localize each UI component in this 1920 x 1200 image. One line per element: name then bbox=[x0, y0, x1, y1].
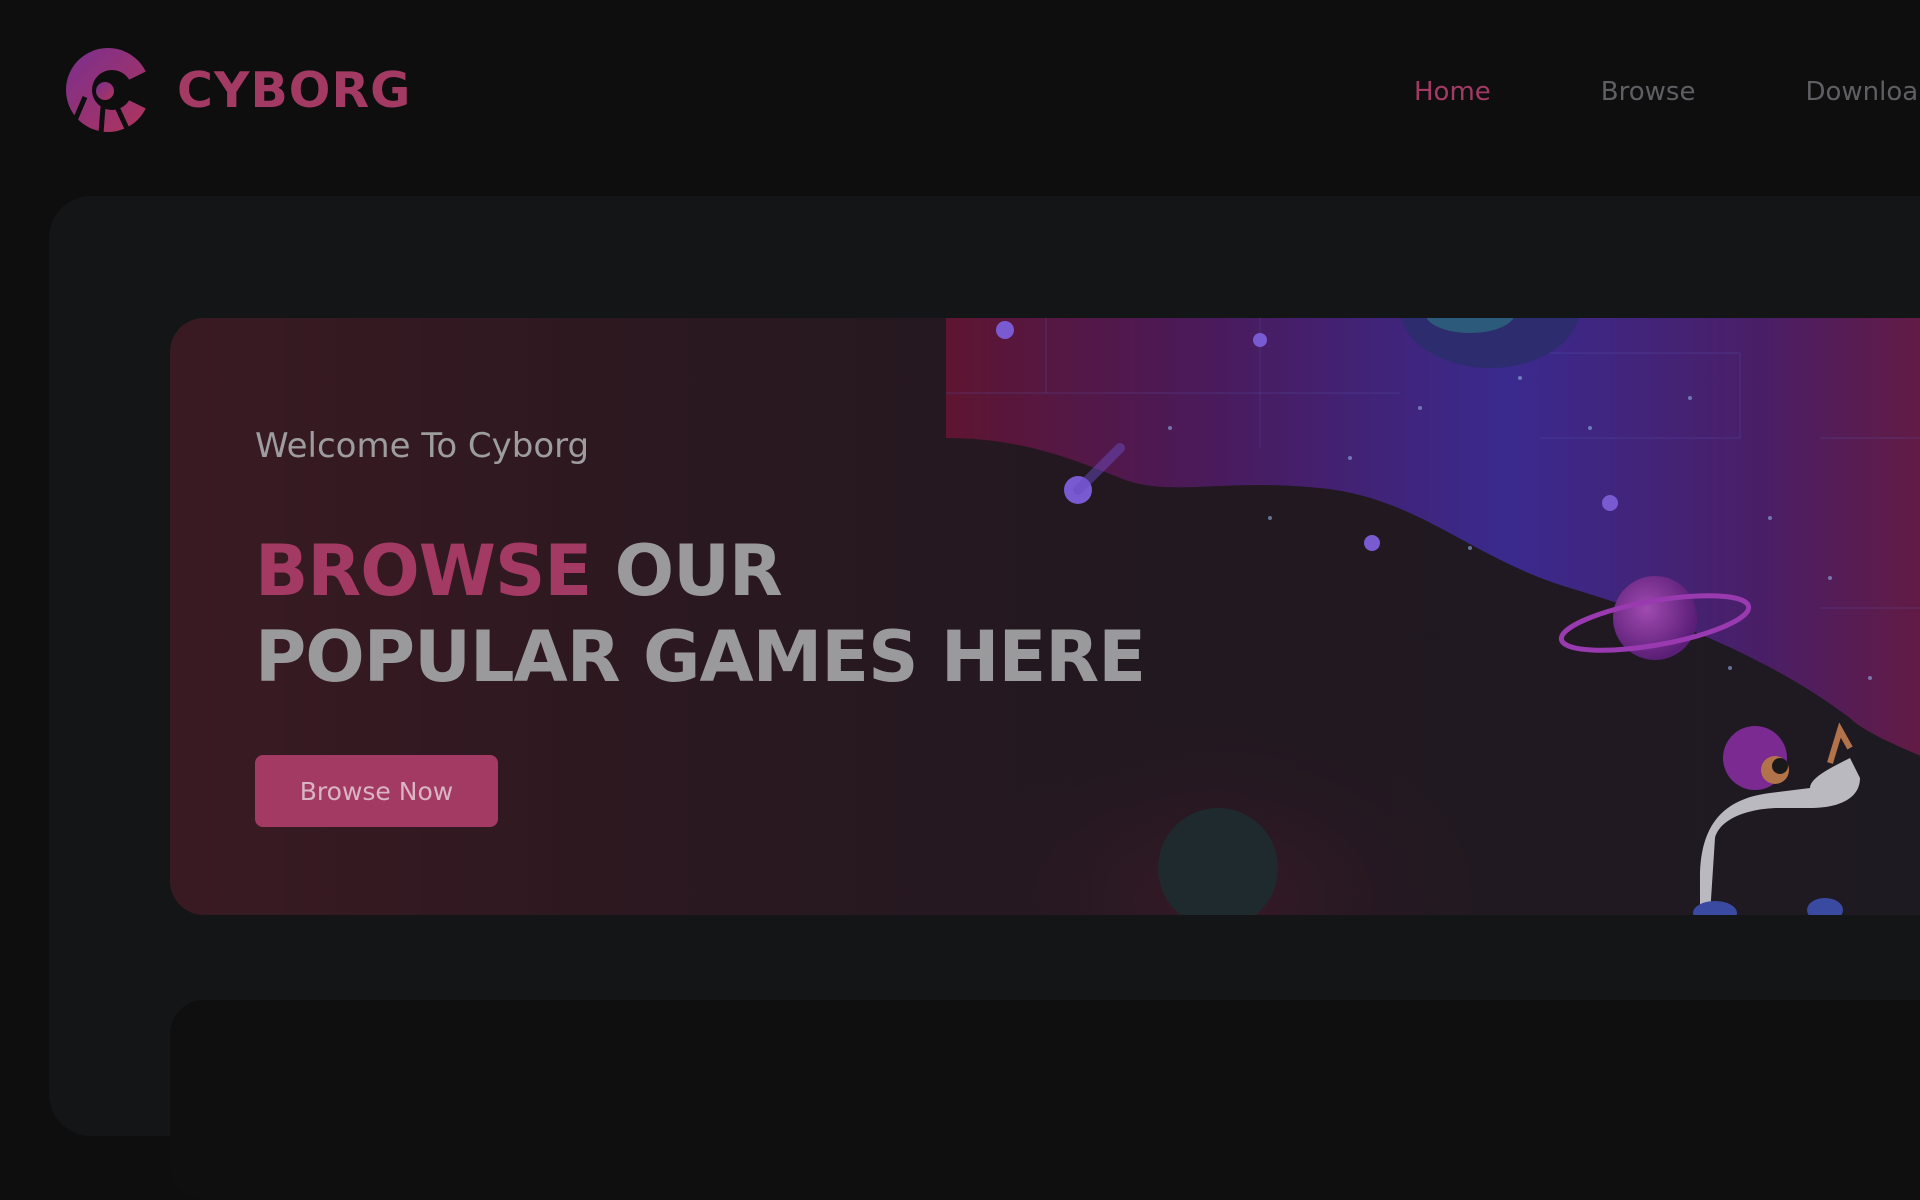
cyborg-logo-icon bbox=[66, 48, 151, 133]
lower-section-panel bbox=[170, 1000, 1920, 1200]
main-nav: Home Browse Downloa bbox=[1414, 78, 1920, 107]
headline-accent: BROWSE bbox=[255, 530, 592, 612]
hero-headline: BROWSE OUR POPULAR GAMES HERE bbox=[255, 528, 1146, 700]
nav-download[interactable]: Downloa bbox=[1805, 78, 1918, 107]
site-header: CYBORG Home Browse Downloa bbox=[0, 0, 1920, 190]
headline-rest: OUR bbox=[591, 530, 783, 612]
welcome-text: Welcome To Cyborg bbox=[255, 426, 590, 466]
browse-now-button[interactable]: Browse Now bbox=[255, 755, 498, 827]
nav-home[interactable]: Home bbox=[1414, 78, 1491, 107]
nav-browse[interactable]: Browse bbox=[1601, 78, 1696, 107]
logo-text: CYBORG bbox=[177, 61, 412, 119]
headline-line2: POPULAR GAMES HERE bbox=[255, 616, 1146, 698]
logo-link[interactable]: CYBORG bbox=[65, 47, 411, 133]
